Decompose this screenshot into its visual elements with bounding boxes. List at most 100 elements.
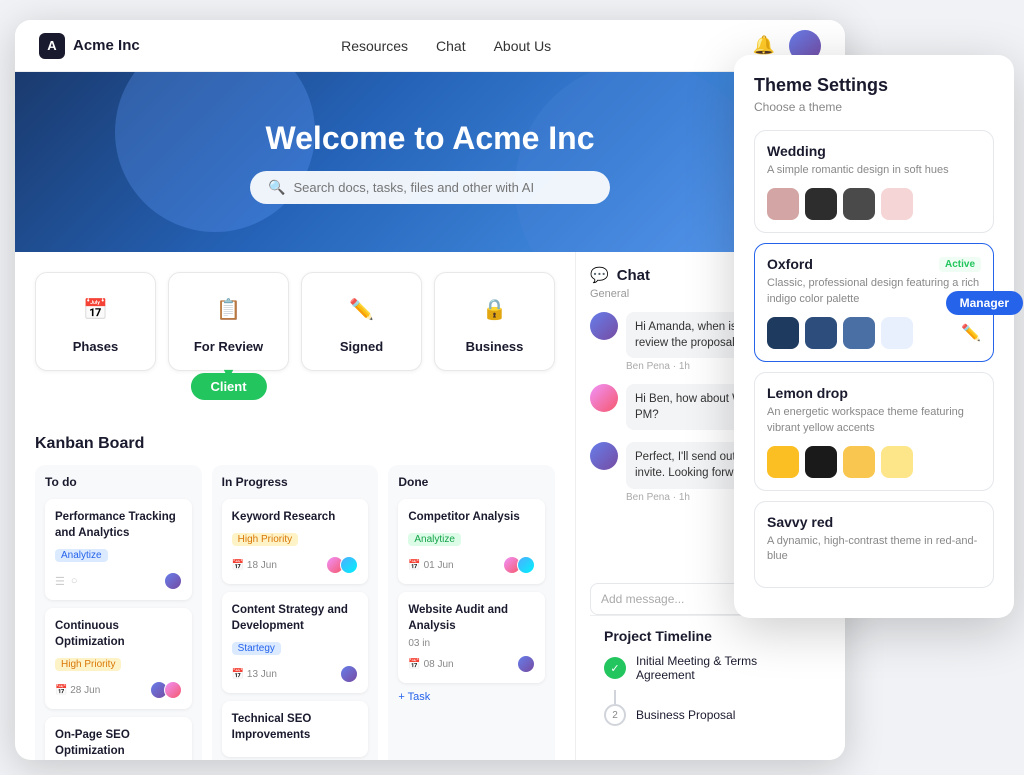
nav-about[interactable]: About Us [494, 38, 552, 54]
avatar-2 [340, 556, 358, 574]
nav-resources[interactable]: Resources [341, 38, 408, 54]
avatars-row [340, 665, 358, 683]
nav-links: Resources Chat About Us [341, 38, 551, 54]
kanban-card[interactable]: On-Page SEO Optimization ☰ 🔗 [45, 717, 192, 760]
card-title: Continuous Optimization [55, 618, 182, 650]
hero-banner: Welcome to Acme Inc 🔍 [15, 72, 845, 252]
card-meta: 📅 08 Jun [408, 655, 535, 673]
action-signed[interactable]: ✏️ Signed [301, 272, 422, 371]
logo-icon: A [39, 33, 65, 59]
action-for-review[interactable]: 📋 For Review ▼ Client [168, 272, 289, 371]
edit-theme-icon[interactable]: ✏️ [961, 323, 981, 343]
nav-chat[interactable]: Chat [436, 38, 466, 54]
card-icons: ☰ ○ [55, 575, 78, 588]
timeline-label: Initial Meeting & Terms Agreement [636, 654, 817, 682]
card-meta: 📅 18 Jun [232, 556, 359, 574]
color-swatch-1 [767, 317, 799, 349]
chat-icon: 💬 [590, 266, 609, 284]
timeline-check-icon: ✓ [604, 657, 626, 679]
card-tag: Analytize [55, 549, 108, 562]
col-done-title: Done [398, 475, 545, 489]
card-title: Competitor Analysis [408, 509, 535, 525]
timeline-number-icon: 2 [604, 704, 626, 726]
quick-actions: 📅 Phases 📋 For Review ▼ Client ✏️ Signed [35, 272, 555, 371]
theme-option-oxford[interactable]: Oxford Active Classic, professional desi… [754, 243, 994, 362]
for-review-label: For Review [194, 339, 263, 354]
card-date: 📅 18 Jun [232, 560, 277, 571]
active-badge: Active [939, 257, 981, 272]
theme-name: Savvy red [767, 514, 833, 530]
bell-icon[interactable]: 🔔 [753, 35, 775, 56]
col-inprogress-title: In Progress [222, 475, 369, 489]
kanban-card[interactable]: Website Audit and Analysis 03 in 📅 08 Ju… [398, 592, 545, 683]
avatars-row [503, 556, 535, 574]
business-icon: 🔒 [475, 289, 515, 329]
card-tag: High Priority [232, 533, 298, 546]
add-task-button-done[interactable]: + Task [398, 691, 430, 703]
card-tag: High Priority [55, 658, 121, 671]
theme-desc: An energetic workspace theme featuring v… [767, 405, 981, 436]
theme-name: Lemon drop [767, 385, 848, 401]
avatar-1 [340, 665, 358, 683]
card-title: Technical SEO Improvements [232, 711, 359, 743]
avatars-row [164, 572, 182, 590]
msg-sender: Ben Pena [626, 492, 670, 503]
avatar-2 [517, 556, 535, 574]
phases-icon: 📅 [76, 289, 116, 329]
theme-option-header: Wedding [767, 143, 981, 159]
card-date: 📅 01 Jun [408, 560, 453, 571]
avatar-1 [517, 655, 535, 673]
kanban-card[interactable]: Continuous Optimization High Priority 📅 … [45, 608, 192, 709]
search-bar[interactable]: 🔍 [250, 171, 610, 204]
color-swatch-3 [843, 446, 875, 478]
color-swatch-1 [767, 188, 799, 220]
kanban-col-inprogress: In Progress Keyword Research High Priori… [212, 465, 379, 760]
theme-option-header: Oxford Active [767, 256, 981, 272]
msg-time: 1h [679, 361, 690, 372]
kanban-card[interactable]: Technical SEO Improvements [222, 701, 369, 757]
card-date: 📅 08 Jun [408, 659, 453, 670]
kanban-card[interactable]: Performance Tracking and Analytics Analy… [45, 499, 192, 600]
action-business[interactable]: 🔒 Business [434, 272, 555, 371]
search-icon: 🔍 [268, 179, 285, 196]
theme-option-wedding[interactable]: Wedding A simple romantic design in soft… [754, 130, 994, 233]
kanban-card[interactable]: Content Strategy and Development Starteg… [222, 592, 369, 693]
col-todo-title: To do [45, 475, 192, 489]
kanban-col-done: Done Competitor Analysis Analytize 📅 01 … [388, 465, 555, 760]
msg-avatar-1 [590, 442, 618, 470]
kanban-title: Kanban Board [35, 435, 555, 453]
kanban-card[interactable]: Keyword Research High Priority 📅 18 Jun [222, 499, 369, 584]
search-input[interactable] [293, 180, 592, 195]
signed-icon: ✏️ [342, 289, 382, 329]
timeline-item: 2 Business Proposal [604, 704, 817, 726]
card-title: Content Strategy and Development [232, 602, 359, 634]
timeline-title: Project Timeline [604, 628, 817, 644]
color-swatch-3 [843, 317, 875, 349]
theme-option-lemon-drop[interactable]: Lemon drop An energetic workspace theme … [754, 372, 994, 491]
msg-avatar-1 [590, 312, 618, 340]
theme-option-savvy-red[interactable]: Savvy red A dynamic, high-contrast theme… [754, 501, 994, 588]
list-icon: ☰ [55, 575, 65, 588]
color-swatch-2 [805, 317, 837, 349]
timeline-section: Project Timeline ✓ Initial Meeting & Ter… [590, 615, 831, 746]
msg-sender: Ben Pena [626, 361, 670, 372]
timeline-label: Business Proposal [636, 708, 735, 722]
timeline-item: ✓ Initial Meeting & Terms Agreement [604, 654, 817, 682]
chat-label: Chat [617, 267, 650, 284]
theme-desc: A simple romantic design in soft hues [767, 163, 981, 178]
action-phases[interactable]: 📅 Phases [35, 272, 156, 371]
kanban-card[interactable]: Competitor Analysis Analytize 📅 01 Jun [398, 499, 545, 584]
avatars-row [150, 681, 182, 699]
timeline-connector [614, 690, 616, 704]
client-button[interactable]: Client [190, 373, 266, 400]
theme-colors: ✏️ [767, 317, 981, 349]
hero-title: Welcome to Acme Inc [266, 120, 595, 157]
msg-avatar-2 [590, 384, 618, 412]
card-tag: Startegy [232, 642, 281, 655]
logo-area[interactable]: A Acme Inc [39, 33, 140, 59]
card-meta: ☰ ○ [55, 572, 182, 590]
card-meta: 📅 01 Jun [408, 556, 535, 574]
card-meta: 📅 28 Jun [55, 681, 182, 699]
theme-name: Wedding [767, 143, 826, 159]
card-date: 📅 28 Jun [55, 685, 100, 696]
